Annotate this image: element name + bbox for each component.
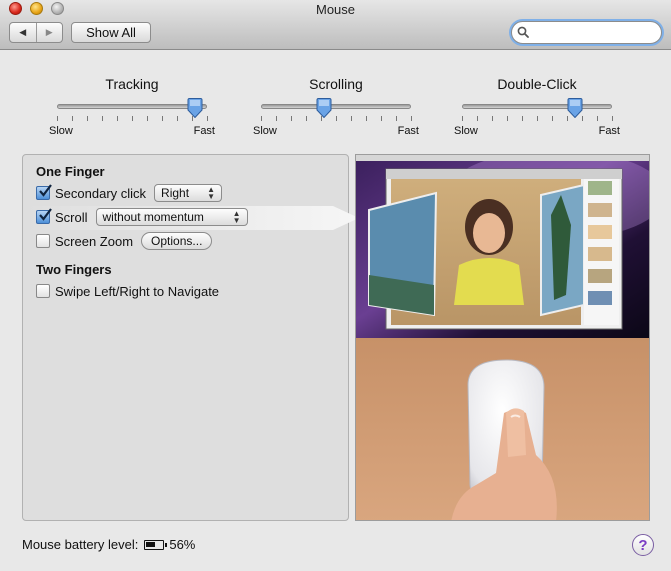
show-all-button[interactable]: Show All xyxy=(71,22,151,43)
slider-tick xyxy=(537,116,538,121)
slider-tick xyxy=(477,116,478,121)
double-click-fast-label: Fast xyxy=(598,125,620,137)
screen-zoom-options-button[interactable]: Options... xyxy=(141,232,213,250)
popup-arrows-icon: ▲ ▼ xyxy=(232,209,241,225)
slider-tick xyxy=(207,116,208,121)
search-field[interactable] xyxy=(511,21,662,44)
back-button[interactable]: ◀ xyxy=(10,23,36,42)
slider-tick xyxy=(351,116,352,121)
slider-tick xyxy=(336,116,337,121)
tracking-label: Tracking xyxy=(105,76,159,92)
scroll-row: Scroll without momentum ▲ ▼ xyxy=(36,208,248,226)
slider-tick xyxy=(87,116,88,121)
two-fingers-heading: Two Fingers xyxy=(36,262,112,277)
checkmark-icon xyxy=(39,208,52,221)
slider-tick xyxy=(552,116,553,121)
double-click-slider-track[interactable] xyxy=(462,104,612,109)
scroll-checkbox[interactable] xyxy=(36,208,52,224)
slider-tick xyxy=(117,116,118,121)
slider-tick xyxy=(381,116,382,121)
search-icon xyxy=(517,26,529,38)
tracking-slow-label: Slow xyxy=(49,125,73,137)
slider-tick xyxy=(522,116,523,121)
forward-button[interactable]: ▶ xyxy=(35,23,63,42)
person-face xyxy=(473,213,505,253)
slider-tick xyxy=(102,116,103,121)
slider-tick xyxy=(261,116,262,121)
slider-tick xyxy=(366,116,367,121)
search-input[interactable] xyxy=(532,25,656,40)
secondary-click-value: Right xyxy=(161,186,190,200)
double-click-ticks xyxy=(462,116,613,122)
gesture-preview-video xyxy=(355,154,650,521)
slider-tick xyxy=(306,116,307,121)
swipe-navigate-checkbox[interactable] xyxy=(36,284,50,298)
screen-zoom-label: Screen Zoom xyxy=(55,233,134,249)
slider-tick xyxy=(132,116,133,121)
screen-zoom-checkbox[interactable] xyxy=(36,234,50,248)
scroll-momentum-popup[interactable]: without momentum ▲ ▼ xyxy=(95,208,248,226)
window-title: Mouse xyxy=(315,2,356,17)
scrolling-slow-label: Slow xyxy=(253,125,277,137)
scrolling-ticks xyxy=(261,116,412,122)
slider-tick xyxy=(597,116,598,121)
battery-status: Mouse battery level: 56% xyxy=(22,537,195,552)
secondary-click-popup[interactable]: Right ▲ ▼ xyxy=(154,184,223,202)
double-click-slow-label: Slow xyxy=(454,125,478,137)
preview-illustration xyxy=(356,155,649,520)
swipe-row: Swipe Left/Right to Navigate xyxy=(36,282,219,300)
scroll-momentum-value: without momentum xyxy=(102,210,204,224)
secondary-click-checkbox[interactable] xyxy=(36,184,52,200)
slider-tick xyxy=(612,116,613,121)
one-finger-heading: One Finger xyxy=(36,164,105,179)
double-click-label: Double-Click xyxy=(497,76,577,92)
screen-zoom-row: Screen Zoom Options... xyxy=(36,232,213,250)
tracking-ticks xyxy=(57,116,208,122)
slider-tick xyxy=(177,116,178,121)
popup-arrows-icon: ▲ ▼ xyxy=(207,185,216,201)
slider-tick xyxy=(147,116,148,121)
battery-label: Mouse battery level: xyxy=(22,537,139,552)
scroll-label: Scroll xyxy=(55,209,88,225)
person-shirt xyxy=(454,258,524,305)
gesture-options-panel: One Finger Secondary click Right ▲ ▼ Scro… xyxy=(22,154,359,521)
battery-value: 56% xyxy=(169,537,196,552)
secondary-click-label: Secondary click xyxy=(55,185,147,201)
secondary-click-row: Secondary click Right ▲ ▼ xyxy=(36,184,223,202)
scrolling-slider-track[interactable] xyxy=(261,104,411,109)
scrolling-slider-knob[interactable] xyxy=(316,98,332,118)
tracking-fast-label: Fast xyxy=(193,125,215,137)
swipe-navigate-label: Swipe Left/Right to Navigate xyxy=(55,283,220,299)
slider-tick xyxy=(291,116,292,121)
tracking-slider-knob[interactable] xyxy=(187,98,203,118)
slider-tick xyxy=(411,116,412,121)
slider-tick xyxy=(492,116,493,121)
help-button[interactable]: ? xyxy=(632,534,654,556)
title-bar: Mouse ◀ ▶ Show All xyxy=(0,0,671,50)
slider-tick xyxy=(276,116,277,121)
scrolling-label: Scrolling xyxy=(309,76,363,92)
scrolling-fast-label: Fast xyxy=(397,125,419,137)
slider-tick xyxy=(57,116,58,121)
battery-icon xyxy=(144,539,168,550)
checkmark-icon xyxy=(39,184,52,197)
slider-tick xyxy=(162,116,163,121)
back-forward-control: ◀ ▶ xyxy=(9,22,63,43)
slider-tick xyxy=(396,116,397,121)
slider-tick xyxy=(72,116,73,121)
slider-tick xyxy=(507,116,508,121)
slider-tick xyxy=(462,116,463,121)
tracking-slider-track[interactable] xyxy=(57,104,207,109)
double-click-slider-knob[interactable] xyxy=(567,98,583,118)
